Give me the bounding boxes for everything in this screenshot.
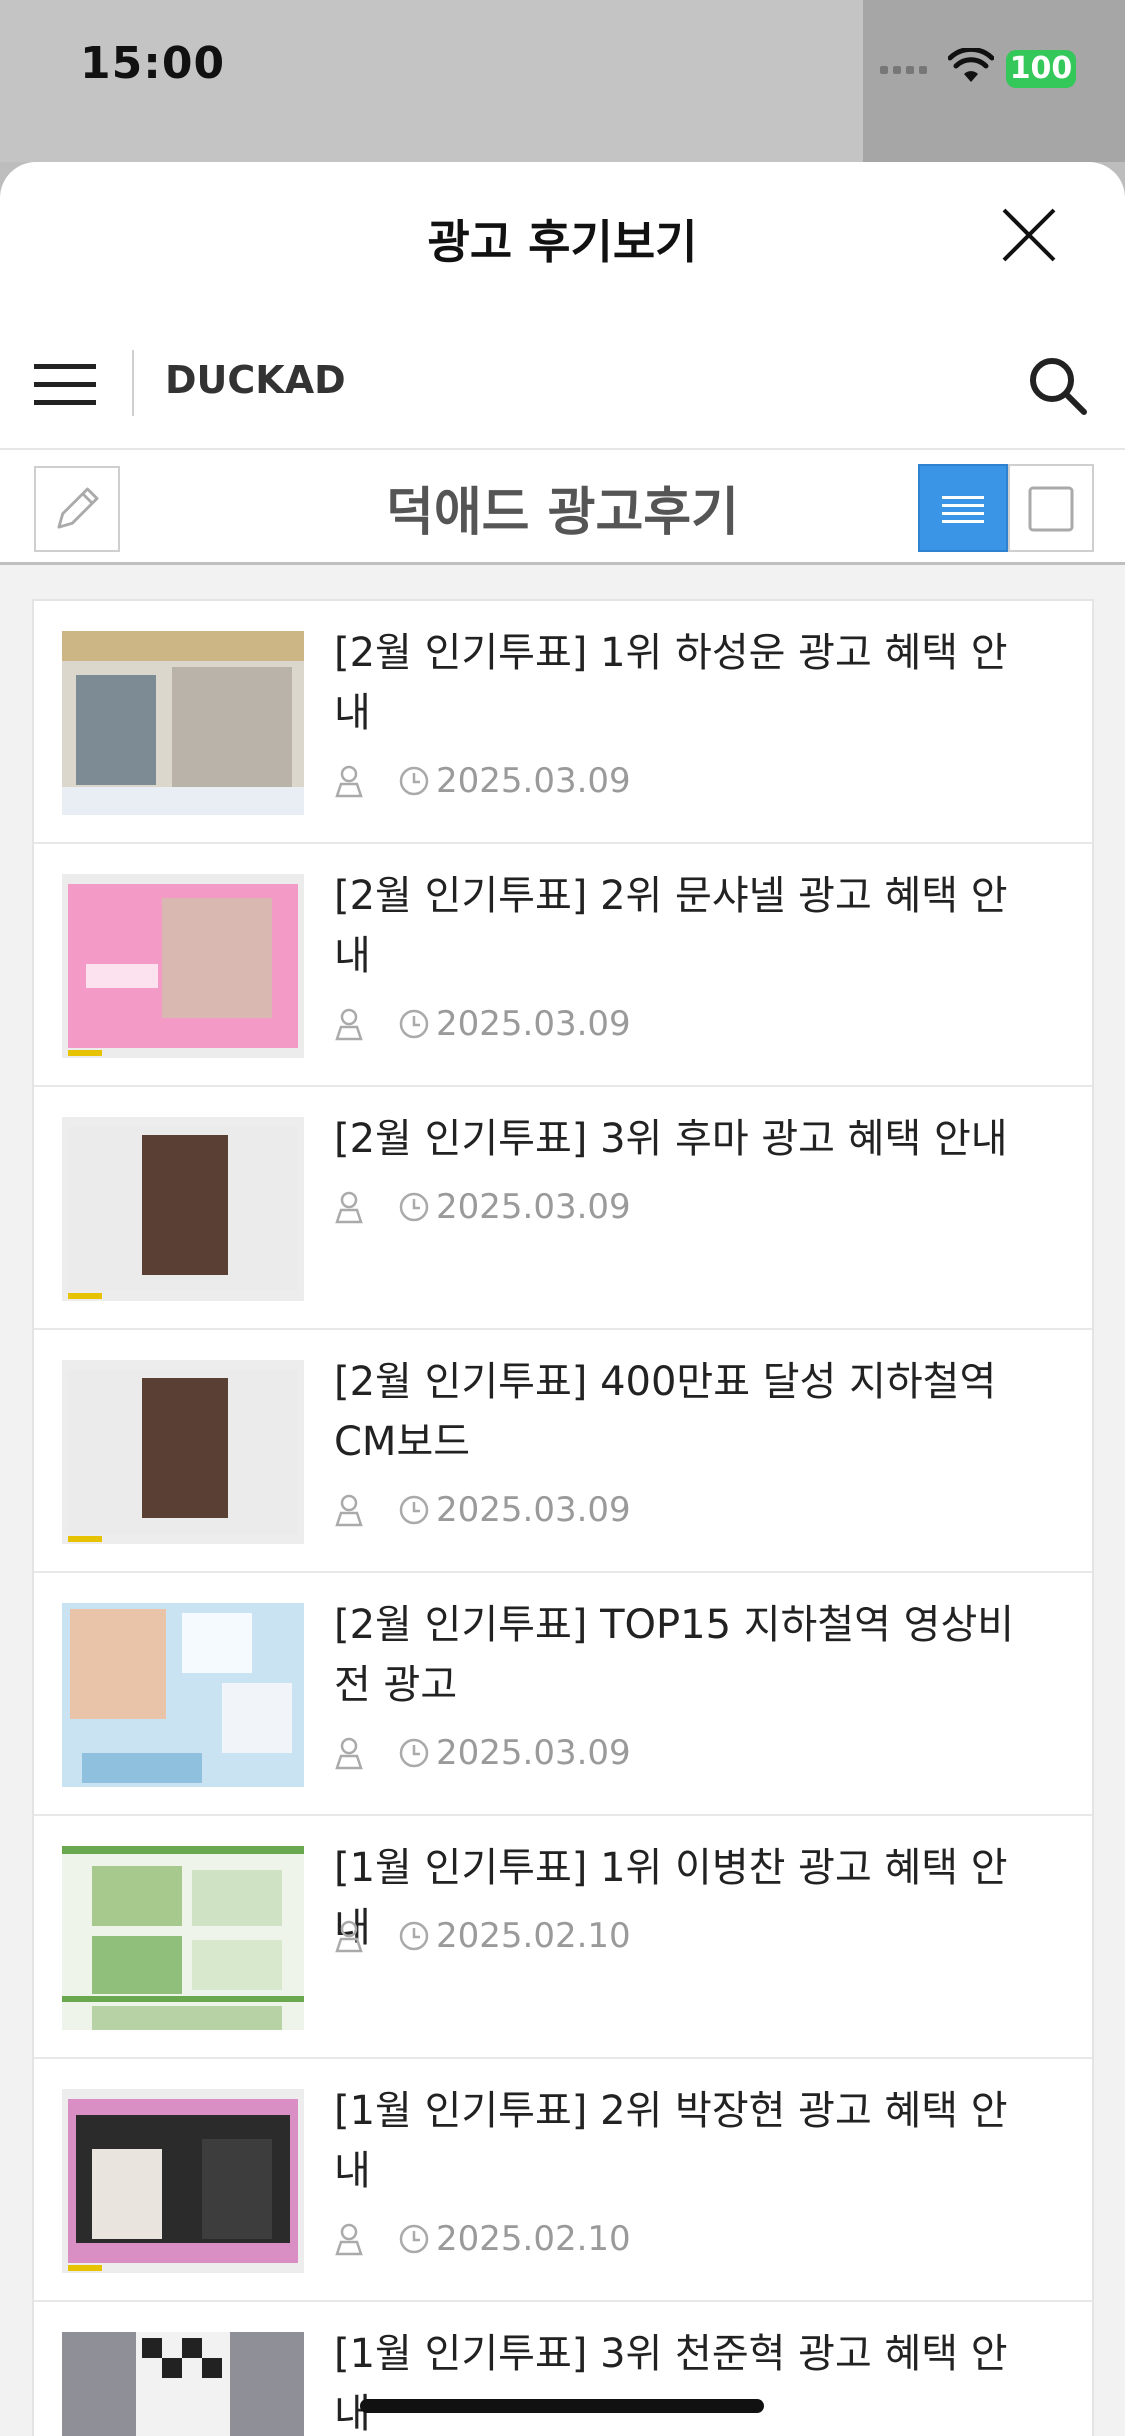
cellular-signal-icon <box>880 66 927 74</box>
list-item[interactable]: [1월 인기투표] 3위 천준혁 광고 혜택 안내 <box>34 2302 1092 2436</box>
header-divider <box>132 350 134 416</box>
post-thumbnail <box>62 1603 304 1787</box>
card-view-button[interactable] <box>1008 464 1094 552</box>
post-title: [1월 인기투표] 2위 박장현 광고 혜택 안내 <box>334 2088 1008 2194</box>
status-time: 15:00 <box>80 38 226 89</box>
post-date: 2025.02.10 <box>436 2219 631 2259</box>
post-title: [2월 인기투표] 2위 문샤넬 광고 혜택 안내 <box>334 873 1008 979</box>
clock-icon <box>399 1495 429 1525</box>
post-date: 2025.03.09 <box>436 1733 631 1773</box>
user-icon <box>335 1008 363 1041</box>
close-icon[interactable] <box>1000 206 1058 264</box>
brand-logo[interactable]: DUCKAD <box>165 358 346 402</box>
post-list-area: [2월 인기투표] 1위 하성운 광고 혜택 안내 2025.03.09 [2월… <box>0 565 1125 2436</box>
list-item[interactable]: [2월 인기투표] 2위 문샤넬 광고 혜택 안내 2025.03.09 <box>34 844 1092 1087</box>
post-thumbnail <box>62 2089 304 2273</box>
user-icon <box>335 765 363 798</box>
search-icon[interactable] <box>1026 354 1088 416</box>
post-title: [2월 인기투표] 3위 후마 광고 혜택 안내 <box>334 1116 1008 1162</box>
post-thumbnail <box>62 1846 304 2030</box>
clock-icon <box>399 1738 429 1768</box>
user-icon <box>335 1920 363 1953</box>
clock-icon <box>399 1192 429 1222</box>
card-view-icon <box>1028 486 1074 532</box>
post-thumbnail <box>62 1117 304 1301</box>
post-meta: 2025.02.10 <box>334 2219 631 2259</box>
sheet-title: 광고 후기보기 <box>427 215 698 269</box>
wifi-icon <box>948 48 994 82</box>
list-view-button[interactable] <box>918 464 1008 552</box>
post-thumbnail <box>62 874 304 1058</box>
post-meta: 2025.03.09 <box>334 1187 631 1227</box>
post-date: 2025.03.09 <box>436 1490 631 1530</box>
board-toolbar: 덕애드 광고후기 <box>0 450 1125 565</box>
post-title: [2월 인기투표] 1위 하성운 광고 혜택 안내 <box>334 630 1008 736</box>
list-item[interactable]: [2월 인기투표] 400만표 달성 지하철역 CM보드 2025.03.09 <box>34 1330 1092 1573</box>
post-meta: 2025.03.09 <box>334 1004 631 1044</box>
status-bar: 15:00 100 <box>0 0 1125 162</box>
post-title: [1월 인기투표] 3위 천준혁 광고 혜택 안내 <box>334 2331 1008 2436</box>
list-item[interactable]: [2월 인기투표] 1위 하성운 광고 혜택 안내 2025.03.09 <box>34 601 1092 844</box>
post-thumbnail <box>62 1360 304 1544</box>
user-icon <box>335 1494 363 1527</box>
list-item[interactable]: [2월 인기투표] TOP15 지하철역 영상비전 광고 2025.03.09 <box>34 1573 1092 1816</box>
menu-icon[interactable] <box>34 358 96 410</box>
modal-sheet: 광고 후기보기 DUCKAD 덕애드 광고후기 [2월 인기투표] 1위 하성운… <box>0 162 1125 2436</box>
post-meta: 2025.03.09 <box>334 761 631 801</box>
post-title: [2월 인기투표] 400만표 달성 지하철역 CM보드 <box>334 1359 997 1465</box>
clock-icon <box>399 2224 429 2254</box>
clock-icon <box>399 1009 429 1039</box>
user-icon <box>335 2223 363 2256</box>
post-meta: 2025.02.10 <box>334 1916 631 1956</box>
clock-icon <box>399 1921 429 1951</box>
site-header: DUCKAD <box>0 322 1125 450</box>
post-date: 2025.03.09 <box>436 761 631 801</box>
post-date: 2025.03.09 <box>436 1004 631 1044</box>
post-thumbnail <box>62 631 304 815</box>
post-meta: 2025.03.09 <box>334 1490 631 1530</box>
home-indicator <box>360 2399 764 2413</box>
post-thumbnail <box>62 2332 304 2436</box>
post-date: 2025.02.10 <box>436 1916 631 1956</box>
list-view-icon <box>942 496 984 523</box>
battery-indicator: 100 <box>1006 50 1076 88</box>
list-item[interactable]: [2월 인기투표] 3위 후마 광고 혜택 안내 2025.03.09 <box>34 1087 1092 1330</box>
list-item[interactable]: [1월 인기투표] 2위 박장현 광고 혜택 안내 2025.02.10 <box>34 2059 1092 2302</box>
user-icon <box>335 1191 363 1224</box>
post-list: [2월 인기투표] 1위 하성운 광고 혜택 안내 2025.03.09 [2월… <box>32 599 1094 2436</box>
post-meta: 2025.03.09 <box>334 1733 631 1773</box>
list-item[interactable]: [1월 인기투표] 1위 이병찬 광고 혜택 안내 2025.02.10 <box>34 1816 1092 2059</box>
post-date: 2025.03.09 <box>436 1187 631 1227</box>
post-title: [2월 인기투표] TOP15 지하철역 영상비전 광고 <box>334 1602 1015 1708</box>
user-icon <box>335 1737 363 1770</box>
clock-icon <box>399 766 429 796</box>
